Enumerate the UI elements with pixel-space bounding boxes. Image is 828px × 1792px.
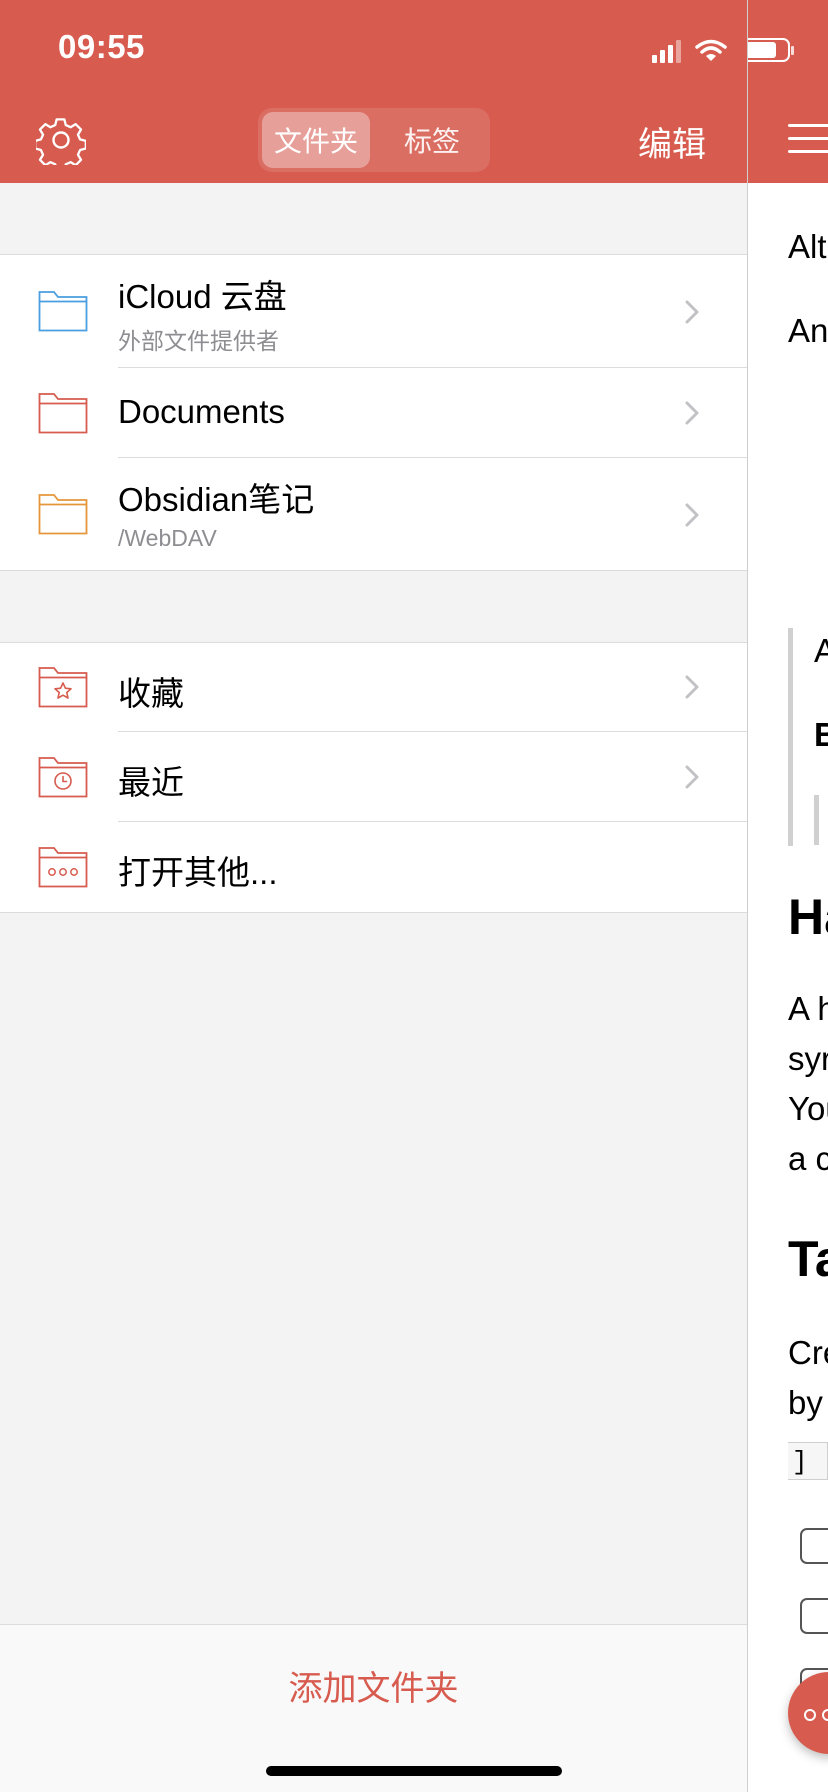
editor-text: Alt [788, 228, 827, 265]
list-item-subtitle: /WebDAV [118, 525, 217, 551]
folder-icon [38, 291, 88, 332]
list-item-favorites[interactable]: 收藏 [0, 643, 747, 731]
list-item-title: Documents [118, 393, 285, 430]
editor-text: syr [788, 1040, 828, 1077]
folder-icon [38, 494, 88, 535]
chevron-right-icon [685, 401, 699, 425]
blockquote-bar [788, 628, 793, 846]
editor-text: A [814, 632, 828, 669]
editor-text: a c [788, 1140, 828, 1177]
signal-icon [652, 39, 681, 63]
sidebar: 09:55 文件夹 标签 编辑 iCloud 云盘 外部文件提供者 Docume… [0, 0, 747, 1792]
folder-icon [38, 393, 88, 434]
editor-text: B [814, 716, 828, 753]
list-item-title: 打开其他... [118, 854, 278, 891]
chevron-right-icon [685, 765, 699, 789]
clock-folder-icon [38, 757, 88, 798]
nav-header: 09:55 文件夹 标签 编辑 [0, 0, 747, 183]
nested-blockquote-bar [814, 795, 819, 845]
status-icons [652, 36, 727, 66]
tab-folders[interactable]: 文件夹 [262, 112, 370, 168]
view-segmented-control: 文件夹 标签 [258, 108, 490, 172]
list-item-open-other[interactable]: 打开其他... [0, 822, 747, 912]
editor-text: You [788, 1090, 828, 1127]
locations-list: iCloud 云盘 外部文件提供者 Documents Obsidian笔记 /… [0, 254, 747, 571]
chevron-right-icon [685, 503, 699, 527]
list-item-icloud[interactable]: iCloud 云盘 外部文件提供者 [0, 255, 747, 367]
battery-icon [748, 38, 794, 62]
star-folder-icon [38, 667, 88, 708]
gear-icon[interactable] [36, 115, 86, 165]
list-item-title: 收藏 [118, 675, 184, 712]
editor-text: A h [788, 990, 828, 1027]
chevron-right-icon [685, 675, 699, 699]
list-item-documents[interactable]: Documents [0, 368, 747, 457]
editor-heading: Ha [788, 889, 828, 945]
task-checkbox[interactable] [800, 1598, 828, 1634]
tab-tags[interactable]: 标签 [378, 112, 486, 168]
list-item-obsidian[interactable]: Obsidian笔记 /WebDAV [0, 458, 747, 570]
home-indicator [266, 1766, 562, 1776]
shortcuts-list: 收藏 最近 打开其他... [0, 642, 747, 913]
task-checkbox[interactable] [800, 1528, 828, 1564]
more-actions-button[interactable] [788, 1672, 828, 1754]
list-item-recent[interactable]: 最近 [0, 732, 747, 821]
chevron-right-icon [685, 300, 699, 324]
list-item-subtitle: 外部文件提供者 [118, 328, 279, 354]
list-item-title: Obsidian笔记 [118, 481, 315, 518]
more-folder-icon [38, 847, 88, 888]
hamburger-menu-icon[interactable] [788, 124, 828, 163]
editor-text: Cre [788, 1334, 828, 1371]
status-time: 09:55 [58, 28, 145, 65]
inline-code: ] [788, 1442, 828, 1480]
list-item-title: 最近 [118, 764, 184, 801]
editor-text: by [788, 1384, 823, 1421]
edit-button[interactable]: 编辑 [638, 117, 706, 166]
wifi-icon [695, 39, 727, 61]
editor-pane[interactable]: Alt An A B Ha A h syr You a c Ta Cre by … [748, 0, 828, 1792]
list-item-title: iCloud 云盘 [118, 278, 287, 315]
editor-heading: Ta [788, 1231, 828, 1287]
add-folder-button[interactable]: 添加文件夹 [0, 1661, 747, 1710]
editor-header [748, 0, 828, 183]
editor-text: An [788, 312, 828, 349]
